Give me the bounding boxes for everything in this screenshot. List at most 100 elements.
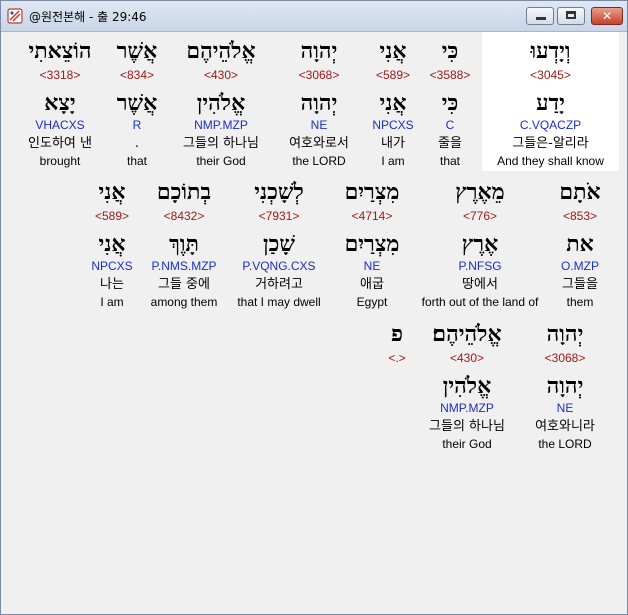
english-gloss: among them [150,295,218,309]
morphology-code: NE [556,401,574,415]
word-line2-6[interactable]: אֲנִי <589> אֲנִי NPCXS 나는 I am [85,179,139,312]
english-gloss: their God [196,154,246,168]
word-line3-1[interactable]: יְהוָה <3068> יְהוָה NE 여호와니라 the LORD [527,321,603,454]
hebrew-root: יָדַע [536,90,565,116]
english-gloss: that [126,154,147,168]
word-line3-3[interactable]: פ <.> [379,321,415,371]
hebrew-word: אֹתָם [559,179,601,205]
close-icon: ✕ [601,9,613,23]
strong-number[interactable]: <3318> [17,68,103,82]
hebrew-root: אֲנִי [98,231,126,257]
strong-number[interactable]: <776> [415,209,545,223]
hebrew-root: יְהוָה [546,373,584,399]
hebrew-root: אֶרֶץ [461,231,499,257]
korean-gloss: . [134,136,140,151]
morphology-code: C [445,118,455,132]
morphology-code: NMP.MZP [440,401,494,415]
morphology-code: P.VQNG.CXS [242,259,316,273]
korean-gloss: 그들을 [562,277,598,292]
morphology-code: P.NMS.MZP [151,259,217,273]
morphology-code: P.NFSG [458,259,502,273]
hebrew-word: בְתוֹכָם [156,179,212,205]
word-line1-1[interactable]: וְיָדְעוּ <3045> יָדַע C.VQACZP 그들은-알리라 … [482,38,619,171]
hebrew-root: יָצָא [44,90,76,116]
strong-number[interactable]: <589> [363,68,423,82]
strong-number[interactable]: <.> [379,351,415,365]
hebrew-word: אֱלֹהֵיהֶם [186,38,256,64]
morphology-code: NPCXS [91,259,133,273]
word-line1-6[interactable]: אֲשֶׁר <834> אֲשֶׁר R . that [109,38,165,171]
hebrew-root: יְהוָה [300,90,338,116]
word-line2-1[interactable]: אֹתָם <853> את O.MZP 그들을 them [552,179,608,312]
strong-number[interactable]: <853> [552,209,608,223]
app-icon [7,8,23,24]
strong-number[interactable]: <4714> [330,209,414,223]
hebrew-word: וְיָדְעוּ [530,38,571,64]
morphology-code: R [132,118,142,132]
word-line1-3[interactable]: אֲנִי <589> אֲנִי NPCXS 내가 I am [363,38,423,171]
word-line2-5[interactable]: בְתוֹכָם <8432> תָּוֶךְ P.NMS.MZP 그들 중에 … [143,179,225,312]
strong-number[interactable]: <7931> [229,209,329,223]
hebrew-root: תָּוֶךְ [169,231,199,257]
strong-number[interactable]: <3068> [527,351,603,365]
morphology-code: NE [310,118,328,132]
hebrew-word: אֲנִי [379,38,407,64]
strong-number[interactable]: <430> [415,351,519,365]
word-line1-4[interactable]: יְהוָה <3068> יְהוָה NE 여호와로서 the LORD [278,38,360,171]
english-gloss: them [566,295,594,309]
strong-number[interactable]: <834> [109,68,165,82]
morphology-code: C.VQACZP [519,118,582,132]
strong-number[interactable]: <3068> [278,68,360,82]
korean-gloss: 내가 [381,136,405,151]
strong-number[interactable]: <589> [85,209,139,223]
strong-number[interactable]: <430> [171,68,271,82]
hebrew-word: לְשָׁכְנִי [254,179,304,205]
strong-number[interactable]: <8432> [143,209,225,223]
interlinear-view[interactable]: וְיָדְעוּ <3045> יָדַע C.VQACZP 그들은-알리라 … [7,32,621,610]
hebrew-word: אֱלֹהֵיהֶם׃ [432,321,502,347]
english-gloss: And they shall know [497,154,604,168]
morphology-code: NMP.MZP [194,118,248,132]
korean-gloss: 인도하여 낸 [28,136,92,151]
english-gloss: I am [381,154,405,168]
close-button[interactable]: ✕ [591,7,623,25]
hebrew-root: אֱלֹהִין [442,373,492,399]
english-gloss: their God [442,437,492,451]
minimize-icon [536,17,546,20]
hebrew-word: מֵאֶרֶץ [455,179,505,205]
korean-gloss: 그들 중에 [158,277,210,292]
maximize-button[interactable] [557,7,585,25]
hebrew-root: את [566,231,594,257]
korean-gloss: 땅에서 [462,277,498,292]
korean-gloss: 거하려고 [255,277,303,292]
strong-number[interactable]: <3045> [482,68,619,82]
hebrew-word: הוֹצֵאתִי [28,38,92,64]
korean-gloss: 그들은-알리라 [512,136,589,151]
morphology-code: NPCXS [372,118,414,132]
morphology-code: O.MZP [561,259,599,273]
word-line1-2[interactable]: כִּי <3588> כִּי C 줄을 that [425,38,475,171]
korean-gloss: 그들의 하나님 [429,419,505,434]
english-gloss: the LORD [538,437,592,451]
word-line2-3[interactable]: מִצְרַיִם <4714> מִצְרַיִם NE 애굽 Egypt [330,179,414,312]
word-line2-4[interactable]: לְשָׁכְנִי <7931> שָׁכַן P.VQNG.CXS 거하려고… [229,179,329,312]
morphology-code: VHACXS [35,118,85,132]
hebrew-word: כִּי [441,38,459,64]
minimize-button[interactable] [526,7,554,25]
word-line1-7[interactable]: הוֹצֵאתִי <3318> יָצָא VHACXS 인도하여 낸 bro… [17,38,103,171]
word-line2-2[interactable]: מֵאֶרֶץ <776> אֶרֶץ P.NFSG 땅에서 forth out… [415,179,545,312]
word-line3-2[interactable]: אֱלֹהֵיהֶם׃ <430> אֱלֹהִין NMP.MZP 그들의 하… [415,321,519,454]
english-gloss: forth out of the land of [421,295,539,309]
english-gloss: that I may dwell [237,295,321,309]
hebrew-word: מִצְרַיִם [344,179,400,205]
word-line1-5[interactable]: אֱלֹהֵיהֶם <430> אֱלֹהִין NMP.MZP 그들의 하나… [171,38,271,171]
hebrew-word: פ [391,321,403,347]
title-bar[interactable]: @원전본해 - 출 29:46 ✕ [1,1,627,32]
english-gloss: the LORD [292,154,346,168]
strong-number[interactable]: <3588> [425,68,475,82]
korean-gloss: 여호와로서 [289,136,349,151]
hebrew-root: אֲשֶׁר [116,90,158,116]
hebrew-root: מִצְרַיִם [344,231,400,257]
hebrew-root: שָׁכַן [263,231,295,257]
korean-gloss: 그들의 하나님 [183,136,259,151]
